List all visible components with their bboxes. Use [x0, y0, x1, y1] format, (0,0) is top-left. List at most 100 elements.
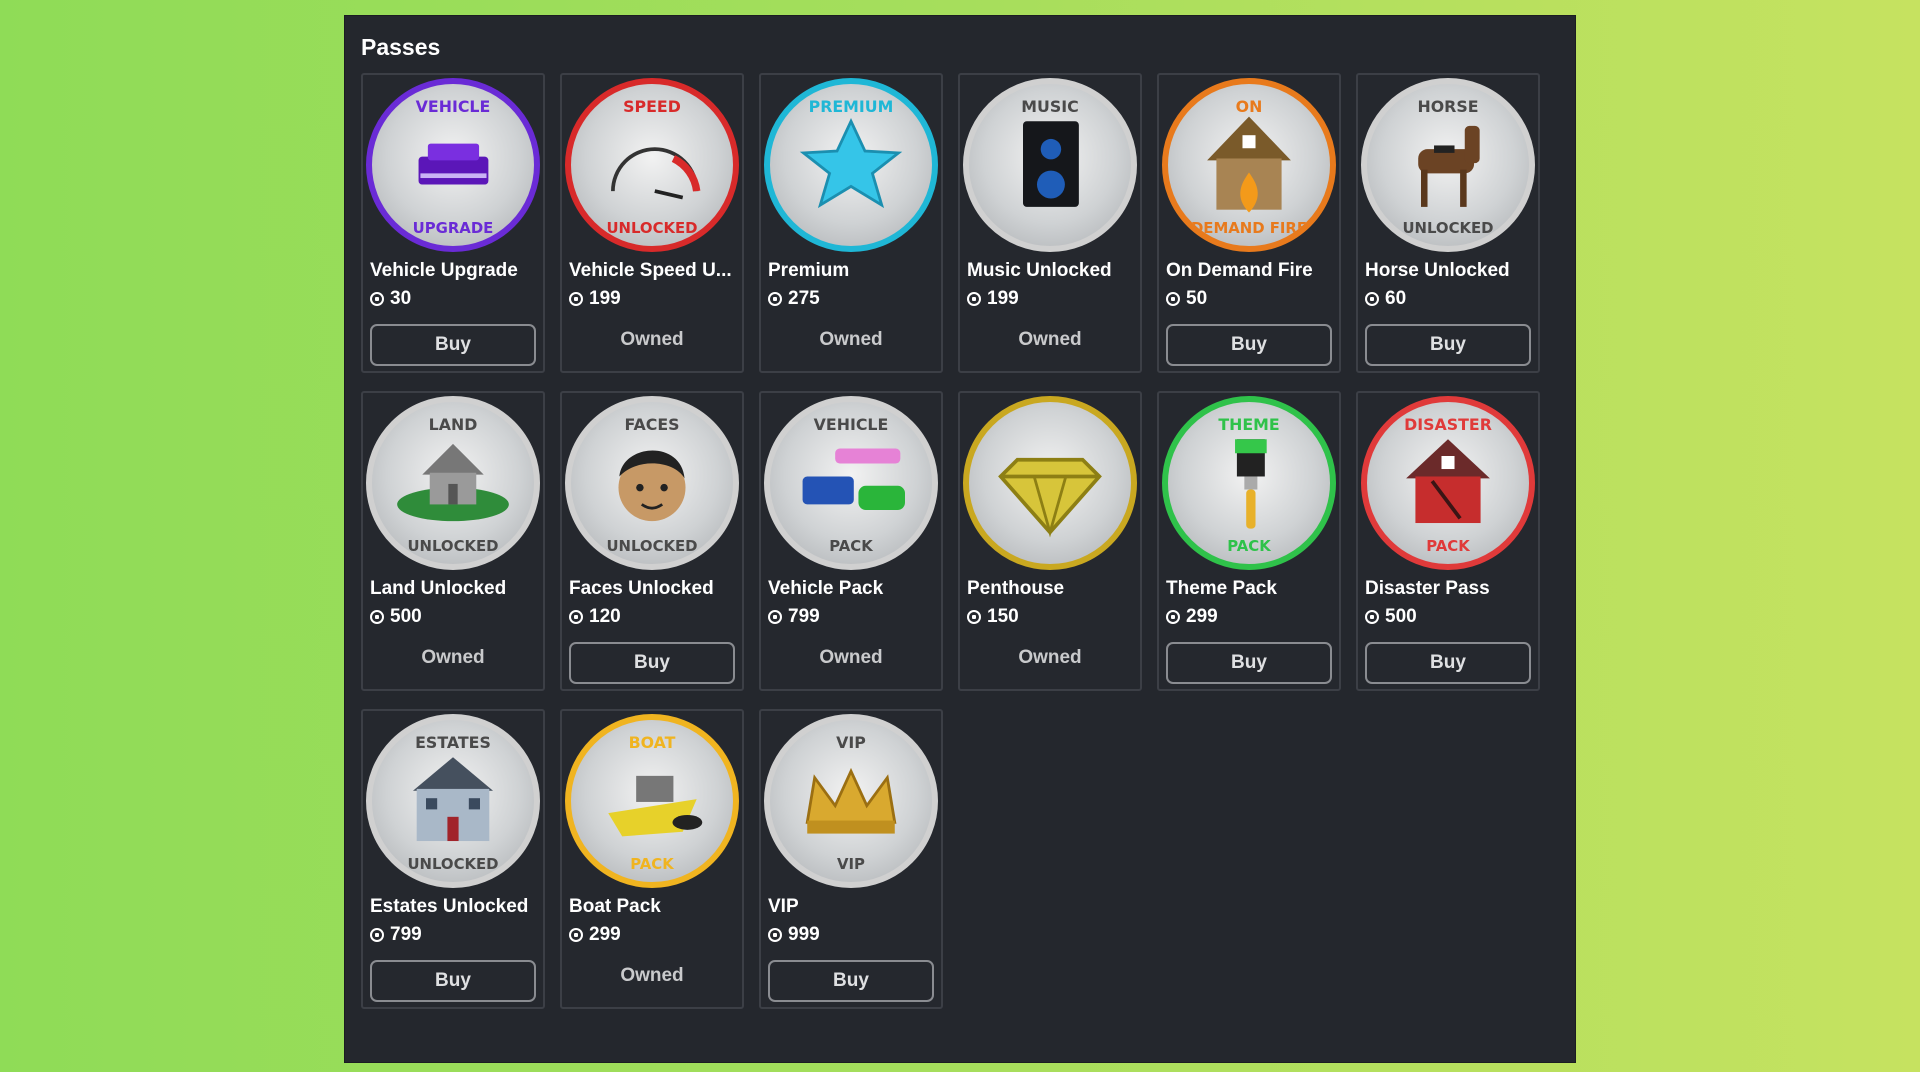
passes-grid: VEHICLE UPGRADE Vehicle Upgrade 30 Buy SPEED U… — [361, 73, 1540, 1009]
pass-price: 60 — [1365, 288, 1406, 310]
robux-icon — [768, 610, 782, 624]
price-value: 199 — [987, 288, 1019, 309]
pass-card[interactable]: LAND UNLOCKED Land Unlocked 500 Owned — [361, 391, 545, 691]
badge-top-label: ESTATES — [415, 733, 491, 752]
badge-top-label: THEME — [1218, 415, 1279, 434]
buy-button[interactable]: Buy — [1365, 324, 1531, 366]
badge-bottom-label: UNLOCKED — [1402, 219, 1493, 237]
price-value: 299 — [589, 924, 621, 945]
buy-button[interactable]: Buy — [768, 960, 934, 1002]
robux-icon — [1166, 292, 1180, 306]
boat-icon: BOAT PACK — [565, 714, 739, 888]
badge-top-label: HORSE — [1417, 97, 1478, 116]
pass-card[interactable]: ESTATES UNLOCKED Estates Unlocked 799 Buy — [361, 709, 545, 1009]
price-value: 299 — [1186, 606, 1218, 627]
pass-card[interactable]: MUSIC Music Unlocked 199 Owned — [958, 73, 1142, 373]
speedometer-icon: SPEED UNLOCKED — [565, 78, 739, 252]
buy-button[interactable]: Buy — [370, 960, 536, 1002]
robux-icon — [370, 610, 384, 624]
pass-price: 275 — [768, 288, 820, 310]
price-value: 60 — [1385, 288, 1407, 309]
badge-bottom-label: UNLOCKED — [407, 855, 498, 873]
pass-card[interactable]: BOAT PACK Boat Pack 299 Owned — [560, 709, 744, 1009]
price-value: 199 — [589, 288, 621, 309]
price-value: 275 — [788, 288, 820, 309]
pass-card[interactable]: VIP VIP VIP 999 Buy — [759, 709, 943, 1009]
pass-price: 199 — [569, 288, 621, 310]
pass-card[interactable]: DISASTER PACK Disaster Pass 500 Buy — [1356, 391, 1540, 691]
pass-price: 199 — [967, 288, 1019, 310]
price-value: 150 — [987, 606, 1019, 627]
paintbrush-icon: THEME PACK — [1162, 396, 1336, 570]
pass-card[interactable]: VEHICLE UPGRADE Vehicle Upgrade 30 Buy — [361, 73, 545, 373]
pass-card[interactable]: FACES UNLOCKED Faces Unlocked 120 Buy — [560, 391, 744, 691]
pass-card[interactable]: VEHICLE PACK Vehicle Pack 799 Owned — [759, 391, 943, 691]
badge-bottom-label: UNLOCKED — [606, 537, 697, 555]
buy-button[interactable]: Buy — [569, 642, 735, 684]
face-icon: FACES UNLOCKED — [565, 396, 739, 570]
badge-bottom-label: PACK — [630, 855, 674, 873]
badge-top-label: VEHICLE — [416, 97, 491, 116]
pass-name: Faces Unlocked — [569, 578, 714, 599]
pass-name: Penthouse — [967, 578, 1065, 599]
badge-top-label: BOAT — [629, 733, 676, 752]
robux-icon — [1166, 610, 1180, 624]
pass-name: Theme Pack — [1166, 578, 1277, 599]
pass-card[interactable]: SPEED UNLOCKED Vehicle Speed U... 199 Owned — [560, 73, 744, 373]
pass-price: 299 — [1166, 606, 1218, 628]
owned-label: Owned — [1018, 329, 1082, 350]
pass-price: 299 — [569, 924, 621, 946]
owned-label: Owned — [620, 965, 684, 986]
pass-card[interactable]: ON DEMAND FIRE On Demand Fire 50 Buy — [1157, 73, 1341, 373]
buy-button[interactable]: Buy — [1365, 642, 1531, 684]
pass-name: On Demand Fire — [1166, 260, 1313, 281]
panel-title: Passes — [361, 34, 441, 60]
badge-top-label: SPEED — [623, 97, 681, 116]
badge-top-label: LAND — [429, 415, 478, 434]
badge-top-label: VEHICLE — [814, 415, 889, 434]
owned-label: Owned — [819, 329, 883, 350]
pass-name: Land Unlocked — [370, 578, 507, 599]
pass-price: 500 — [1365, 606, 1417, 628]
pass-price: 799 — [370, 924, 422, 946]
pass-price: 120 — [569, 606, 621, 628]
badge-bottom-label: PACK — [1426, 537, 1470, 555]
badge-top-label: FACES — [624, 415, 679, 434]
owned-label: Owned — [421, 647, 485, 668]
pass-price: 999 — [768, 924, 820, 946]
horse-icon: HORSE UNLOCKED — [1361, 78, 1535, 252]
pass-name: VIP — [768, 896, 799, 917]
robux-icon — [768, 928, 782, 942]
pass-card[interactable]: Penthouse 150 Owned — [958, 391, 1142, 691]
robux-icon — [1365, 610, 1379, 624]
robux-icon — [1365, 292, 1379, 306]
robux-icon — [967, 610, 981, 624]
robux-icon — [370, 292, 384, 306]
buy-button[interactable]: Buy — [1166, 642, 1332, 684]
price-value: 30 — [390, 288, 412, 309]
price-value: 999 — [788, 924, 820, 945]
badge-top-label: MUSIC — [1021, 97, 1078, 116]
pass-name: Vehicle Speed U... — [569, 260, 732, 281]
house-fire-icon: ON DEMAND FIRE — [1162, 78, 1336, 252]
badge-top-label: ON — [1236, 97, 1263, 116]
pass-price: 500 — [370, 606, 422, 628]
robux-icon — [967, 292, 981, 306]
price-value: 120 — [589, 606, 621, 627]
pass-name: Horse Unlocked — [1365, 260, 1510, 281]
badge-top-label: DISASTER — [1404, 415, 1492, 434]
robux-icon — [569, 928, 583, 942]
badge-top-label: VIP — [836, 733, 866, 752]
buy-button[interactable]: Buy — [1166, 324, 1332, 366]
car-icon: VEHICLE UPGRADE — [366, 78, 540, 252]
badge-bottom-label: PACK — [829, 537, 873, 555]
owned-label: Owned — [819, 647, 883, 668]
owned-label: Owned — [620, 329, 684, 350]
price-value: 500 — [390, 606, 422, 627]
pass-card[interactable]: HORSE UNLOCKED Horse Unlocked 60 Buy — [1356, 73, 1540, 373]
pass-card[interactable]: PREMIUM Premium 275 Owned — [759, 73, 943, 373]
pass-card[interactable]: THEME PACK Theme Pack 299 Buy — [1157, 391, 1341, 691]
buy-button[interactable]: Buy — [370, 324, 536, 366]
robux-icon — [569, 292, 583, 306]
vehicles-icon: VEHICLE PACK — [764, 396, 938, 570]
